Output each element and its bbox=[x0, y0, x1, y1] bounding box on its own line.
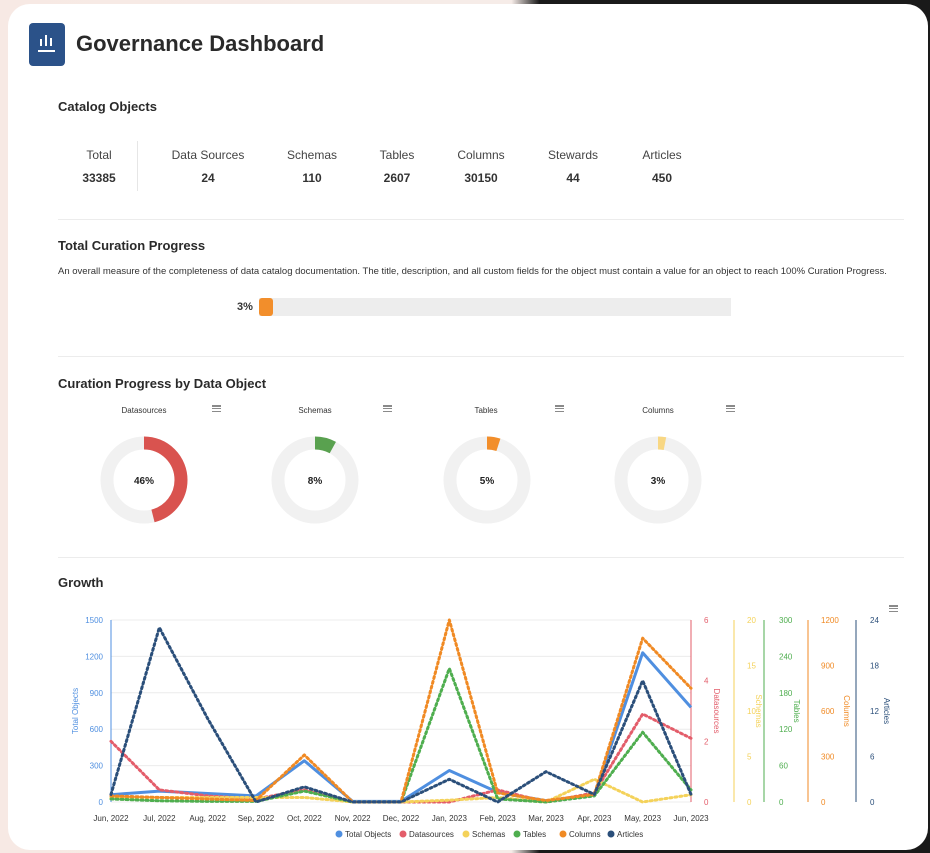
legend-label[interactable]: Total Objects bbox=[345, 830, 391, 839]
y-tick-label: 600 bbox=[821, 707, 835, 716]
y-tick-label: 5 bbox=[747, 753, 752, 762]
y-tick-label: 900 bbox=[90, 689, 104, 698]
y-tick-label: 1500 bbox=[85, 616, 103, 625]
y-axis-title: Articles bbox=[882, 698, 891, 724]
y-axis-title: Datasources bbox=[712, 689, 721, 734]
y-tick-label: 4 bbox=[704, 677, 709, 686]
legend-label[interactable]: Schemas bbox=[472, 830, 505, 839]
series-line[interactable] bbox=[109, 667, 693, 804]
legend-marker[interactable] bbox=[399, 830, 407, 838]
x-tick-label: Feb, 2023 bbox=[480, 814, 517, 823]
y-tick-label: 300 bbox=[821, 753, 835, 762]
x-tick-label: May, 2023 bbox=[624, 814, 661, 823]
legend-marker[interactable] bbox=[607, 830, 615, 838]
x-tick-label: Apr, 2023 bbox=[577, 814, 612, 823]
y-axis-title: Tables bbox=[792, 699, 801, 722]
y-tick-label: 600 bbox=[90, 725, 104, 734]
y-tick-label: 0 bbox=[870, 798, 875, 807]
x-tick-label: Nov, 2022 bbox=[335, 814, 371, 823]
y-tick-label: 120 bbox=[779, 725, 793, 734]
x-tick-label: Oct, 2022 bbox=[287, 814, 322, 823]
y-tick-label: 60 bbox=[779, 762, 788, 771]
x-tick-label: Aug, 2022 bbox=[189, 814, 226, 823]
growth-chart: 030060090012001500Total Objects0246Datas… bbox=[71, 616, 891, 839]
legend-label[interactable]: Columns bbox=[569, 830, 601, 839]
x-tick-label: Jun, 2023 bbox=[673, 814, 709, 823]
x-tick-label: Mar, 2023 bbox=[528, 814, 564, 823]
y-tick-label: 300 bbox=[779, 616, 793, 625]
y-tick-label: 0 bbox=[747, 798, 752, 807]
legend-marker[interactable] bbox=[335, 830, 343, 838]
y-tick-label: 18 bbox=[870, 662, 879, 671]
y-tick-label: 20 bbox=[747, 616, 756, 625]
legend-marker[interactable] bbox=[559, 830, 567, 838]
y-tick-label: 0 bbox=[99, 798, 104, 807]
y-axis-title: Total Objects bbox=[71, 688, 80, 734]
y-tick-label: 6 bbox=[704, 616, 709, 625]
y-tick-label: 1200 bbox=[821, 616, 839, 625]
x-tick-label: Jan, 2023 bbox=[432, 814, 468, 823]
legend-label[interactable]: Articles bbox=[617, 830, 643, 839]
y-tick-label: 1200 bbox=[85, 652, 103, 661]
y-tick-label: 15 bbox=[747, 662, 756, 671]
y-tick-label: 0 bbox=[779, 798, 784, 807]
y-tick-label: 300 bbox=[90, 762, 104, 771]
dashboard-card: Governance Dashboard Catalog Objects Tot… bbox=[8, 4, 928, 850]
y-tick-label: 0 bbox=[821, 798, 826, 807]
y-axis-title: Columns bbox=[842, 695, 851, 727]
series-line[interactable] bbox=[109, 712, 693, 804]
legend-label[interactable]: Datasources bbox=[409, 830, 454, 839]
x-tick-label: Jul, 2022 bbox=[143, 814, 176, 823]
x-tick-label: Sep, 2022 bbox=[238, 814, 275, 823]
x-tick-label: Dec, 2022 bbox=[383, 814, 420, 823]
y-tick-label: 0 bbox=[704, 798, 709, 807]
y-tick-label: 240 bbox=[779, 652, 793, 661]
y-tick-label: 180 bbox=[779, 689, 793, 698]
legend-label[interactable]: Tables bbox=[523, 830, 546, 839]
y-tick-label: 2 bbox=[704, 737, 709, 746]
y-tick-label: 900 bbox=[821, 662, 835, 671]
legend-marker[interactable] bbox=[462, 830, 470, 838]
legend-marker[interactable] bbox=[513, 830, 521, 838]
y-tick-label: 12 bbox=[870, 707, 879, 716]
y-tick-label: 6 bbox=[870, 753, 875, 762]
y-tick-label: 24 bbox=[870, 616, 879, 625]
y-axis-title: Schemas bbox=[754, 694, 763, 727]
x-tick-label: Jun, 2022 bbox=[93, 814, 129, 823]
